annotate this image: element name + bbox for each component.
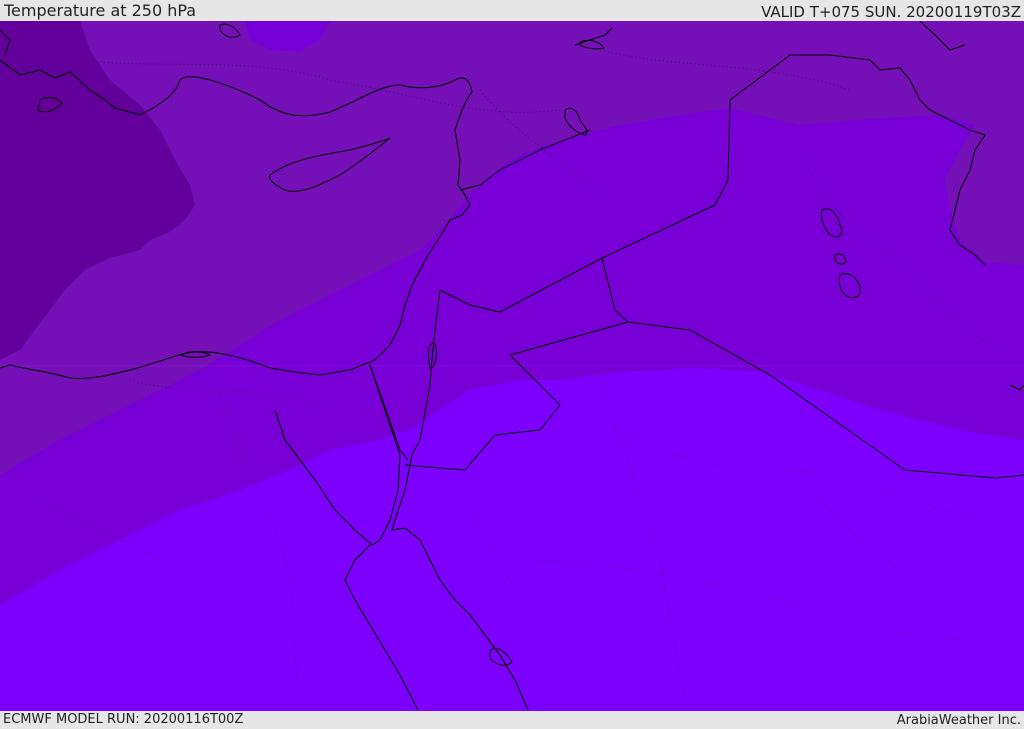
temperature-map[interactable]: [0, 21, 1024, 711]
credit-label: ArabiaWeather Inc.: [896, 713, 1021, 728]
footer-bar: ECMWF MODEL RUN: 20200116T00Z ArabiaWeat…: [0, 711, 1024, 729]
header-bar: Temperature at 250 hPa VALID T+075 SUN. …: [0, 0, 1024, 21]
valid-time: VALID T+075 SUN. 20200119T03Z: [761, 3, 1021, 21]
map-title: Temperature at 250 hPa: [4, 1, 197, 20]
model-run-label: ECMWF MODEL RUN: 20200116T00Z: [3, 712, 244, 727]
